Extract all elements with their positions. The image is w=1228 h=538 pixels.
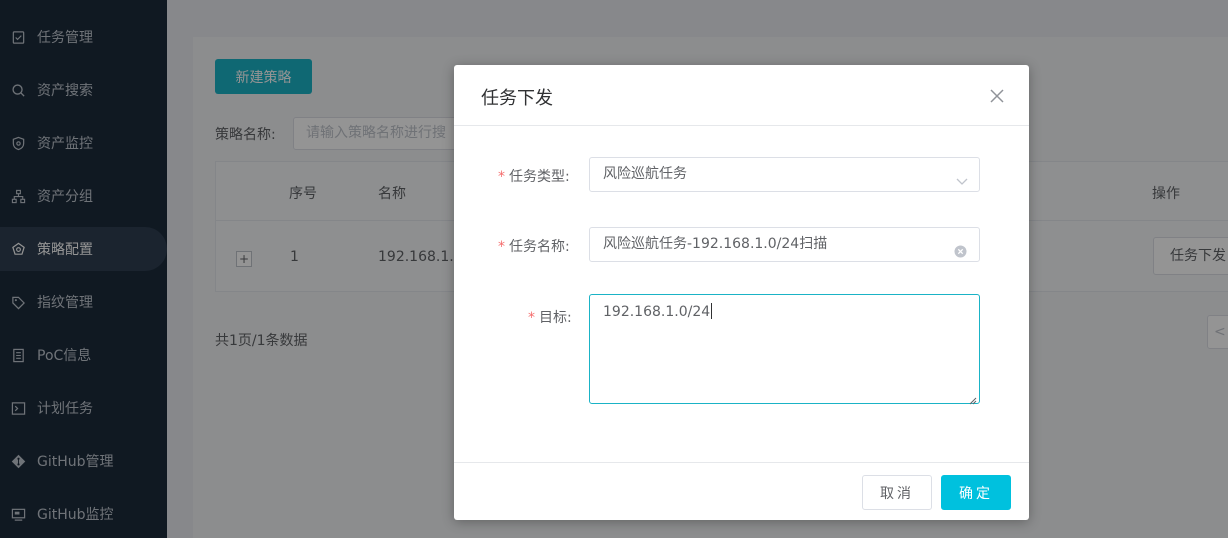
required-mark: * xyxy=(528,310,535,326)
cancel-button[interactable]: 取消 xyxy=(862,475,932,510)
target-value: 192.168.1.0/24 xyxy=(603,304,711,320)
dispatch-task-dialog: 任务下发 * 任务类型: 风险巡航任务 * 任务名称: 风险巡航任务-192.168… xyxy=(454,65,1029,520)
required-mark: * xyxy=(498,169,505,185)
resize-handle-icon[interactable] xyxy=(969,393,977,405)
task-type-select[interactable]: 风险巡航任务 xyxy=(589,157,980,192)
task-name-input[interactable]: 风险巡航任务-192.168.1.0/24扫描 xyxy=(589,227,980,262)
clear-icon[interactable] xyxy=(954,238,967,258)
text-caret xyxy=(711,303,713,319)
confirm-button[interactable]: 确定 xyxy=(941,475,1011,510)
task-name-label: * 任务名称: xyxy=(498,239,570,255)
target-label: * 目标: xyxy=(528,310,572,326)
task-type-label: * 任务类型: xyxy=(498,169,570,185)
dialog-title: 任务下发 xyxy=(481,88,553,109)
task-type-value: 风险巡航任务 xyxy=(603,166,687,182)
close-icon[interactable] xyxy=(988,87,1006,105)
target-textarea[interactable]: 192.168.1.0/24 xyxy=(589,294,980,405)
dialog-header: 任务下发 xyxy=(454,65,1029,126)
dialog-footer: 取消 确定 xyxy=(454,462,1029,520)
chevron-down-icon xyxy=(955,168,969,185)
required-mark: * xyxy=(498,239,505,255)
task-name-value: 风险巡航任务-192.168.1.0/24扫描 xyxy=(603,236,828,252)
